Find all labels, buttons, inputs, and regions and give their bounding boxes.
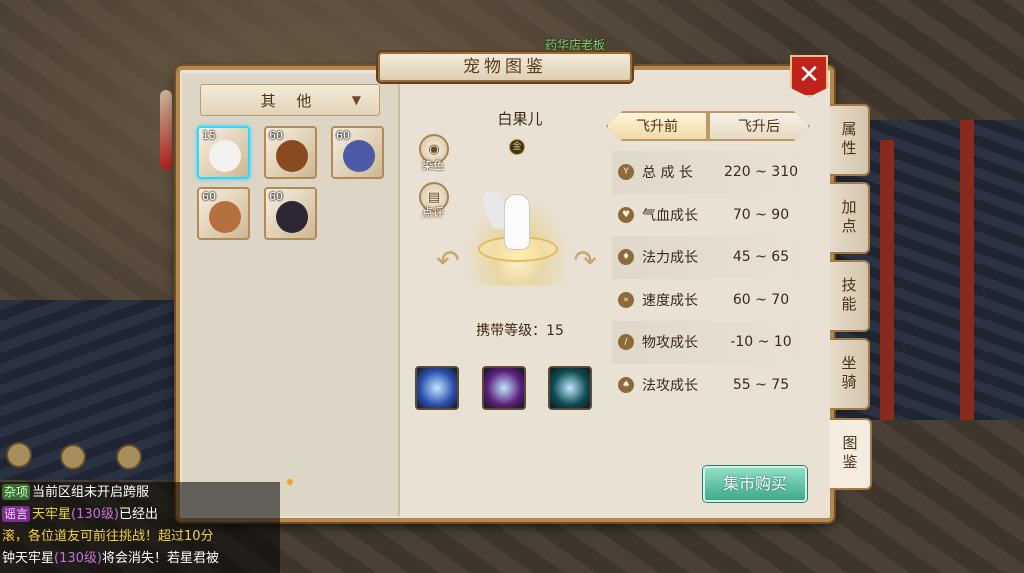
tab-points[interactable]: 加点 [830, 182, 870, 254]
stat-value: 220 ~ 310 [723, 164, 799, 181]
ascension-toggle: 飞升前 飞升后 [606, 111, 810, 141]
total-growth-icon: Y [618, 164, 634, 181]
stat-label: 气血成长 [642, 207, 698, 224]
category-dropdown-value: 其 他 [260, 91, 320, 110]
chat-text: 将会消失！若星君被 [101, 551, 219, 566]
claw-skill-icon[interactable] [482, 366, 526, 410]
background-pillar [880, 140, 894, 420]
tab-before-ascension[interactable]: 飞升前 [608, 113, 706, 139]
chat-log[interactable]: 杂项 当前区组未开启跨服 谣言 天牢星(130级)已经出 滚，各位道友可前往挑战！超… [0, 482, 280, 573]
page-indicator-dot[interactable] [287, 479, 293, 485]
stat-label: 法攻成长 [642, 377, 698, 394]
chat-line: 钟天牢星(130级)将会消失！若星君被 [2, 548, 280, 570]
tab-mount[interactable]: 坐骑 [830, 338, 870, 410]
carry-level: 携带等级：15 [476, 323, 564, 339]
category-dropdown[interactable]: 其 他 ▼ [200, 84, 380, 116]
mana-growth-icon: ♦ [618, 249, 634, 266]
stat-label: 速度成长 [642, 292, 698, 309]
rotate-left-icon[interactable]: ↶ [434, 246, 462, 276]
chat-channel-tag: 谣言 [2, 506, 31, 522]
pet-portrait-icon [209, 201, 241, 233]
physical-attack-growth-icon: / [618, 334, 634, 351]
shop-sign: 药华店老板 [545, 38, 606, 52]
hanging-ornament-icon [160, 90, 172, 170]
pet-slot[interactable]: 60 [264, 126, 317, 179]
chevron-down-icon: ▼ [351, 93, 361, 107]
pet-portrait-icon [276, 201, 308, 233]
ring-skill-icon[interactable] [548, 366, 592, 410]
stat-label: 总 成 长 [642, 165, 693, 182]
stat-row: » 速度成长 60 ~ 70 [612, 279, 808, 322]
stat-value: -10 ~ 10 [730, 334, 792, 351]
pet-level: 60 [269, 129, 283, 142]
stat-value: 45 ~ 65 [732, 249, 790, 266]
chat-line: 杂项 当前区组未开启跨服 [2, 482, 280, 504]
pet-level: 60 [269, 190, 283, 203]
chat-line: 谣言 天牢星(130级)已经出 [2, 504, 280, 526]
review-label[interactable]: 点评 [422, 204, 444, 220]
chat-text: 滚，各位道友可前往挑战！超过10分 [2, 529, 214, 544]
pet-portrait-icon [209, 140, 241, 172]
pet-slot[interactable]: 60 [331, 126, 384, 179]
stat-row: ♥ 气血成长 70 ~ 90 [612, 194, 808, 237]
chat-text: 已经出 [119, 507, 159, 522]
tab-codex[interactable]: 图鉴 [830, 418, 872, 490]
pet-level: 60 [202, 190, 216, 203]
feather-skill-icon[interactable] [415, 366, 459, 410]
chat-boss-name[interactable]: 钟天牢星 [2, 551, 54, 566]
pet-level: 15 [202, 129, 216, 142]
chat-boss-level: (130级) [71, 507, 119, 522]
stat-value: 60 ~ 70 [732, 291, 790, 308]
pet-slot[interactable]: 60 [264, 187, 317, 240]
magic-attack-growth-icon: ♠ [618, 376, 634, 393]
tab-after-ascension[interactable]: 飞升后 [710, 113, 808, 139]
chat-channel-tag: 杂项 [2, 484, 31, 500]
pet-portrait-icon [343, 140, 375, 172]
pet-model-stage[interactable] [450, 176, 586, 286]
tab-skills[interactable]: 技能 [830, 260, 870, 332]
stat-row: / 物攻成长 -10 ~ 10 [612, 321, 808, 364]
stat-row: ♠ 法攻成长 55 ~ 75 [612, 364, 808, 407]
pet-slot[interactable]: 15 [197, 126, 250, 179]
pet-slot[interactable]: 60 [197, 187, 250, 240]
growth-stats: Y 总 成 长 220 ~ 310 ♥ 气血成长 70 ~ 90 ♦ 法力成长 … [612, 151, 808, 406]
stat-value: 70 ~ 90 [732, 206, 790, 223]
pet-grid: 15 60 60 60 60 [197, 126, 387, 240]
pet-model [504, 194, 530, 250]
chat-bubble-icon[interactable] [60, 444, 86, 470]
stat-label: 物攻成长 [642, 335, 698, 352]
grade-badge: 金 [509, 139, 525, 155]
hp-growth-icon: ♥ [618, 206, 634, 223]
chat-boss-level: (130级) [54, 551, 102, 566]
pet-name: 白果儿 [497, 110, 543, 128]
tab-attributes[interactable]: 属性 [830, 104, 870, 176]
chat-text: 当前区组未开启跨服 [32, 485, 150, 500]
chat-line: 滚，各位道友可前往挑战！超过10分 [2, 526, 280, 548]
stat-row: Y 总 成 长 220 ~ 310 [612, 151, 808, 194]
speed-growth-icon: » [618, 291, 634, 308]
dye-label[interactable]: 染色 [422, 157, 444, 173]
pet-portrait-icon [276, 140, 308, 172]
chat-channel-icon[interactable] [6, 442, 32, 468]
voice-icon[interactable] [116, 444, 142, 470]
pet-level: 60 [336, 129, 350, 142]
stat-row: ♦ 法力成长 45 ~ 65 [612, 236, 808, 279]
background-pillar [960, 120, 974, 420]
stat-label: 法力成长 [642, 250, 698, 267]
rotate-right-icon[interactable]: ↷ [571, 246, 599, 276]
chat-boss-name[interactable]: 天牢星 [32, 507, 71, 522]
stat-value: 55 ~ 75 [732, 376, 790, 393]
market-buy-button[interactable]: 集市购买 [703, 466, 807, 502]
window-title: 宠物图鉴 [378, 52, 632, 82]
